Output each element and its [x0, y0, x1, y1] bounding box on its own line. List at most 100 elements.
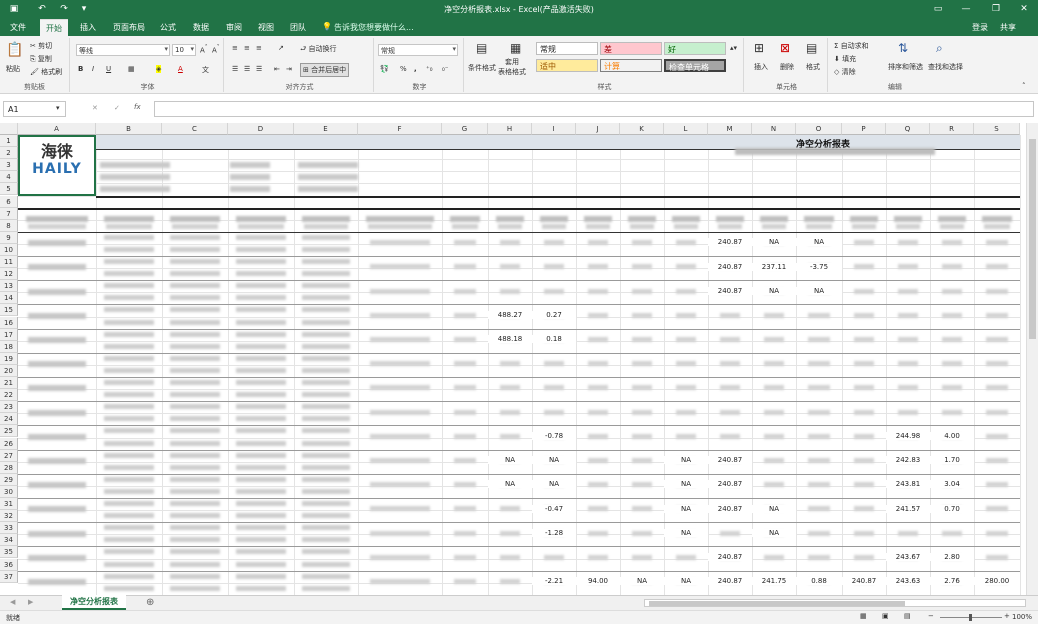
column-header[interactable]: B: [96, 123, 162, 135]
data-cell[interactable]: 240.87: [708, 504, 752, 513]
data-cell[interactable]: NA: [488, 480, 532, 489]
fill-button[interactable]: ⬇ 填充: [834, 54, 856, 64]
new-sheet-icon[interactable]: ⊕: [146, 597, 154, 608]
copy-button[interactable]: ⎘ 复制: [30, 54, 52, 64]
column-header[interactable]: N: [752, 123, 796, 135]
clear-button[interactable]: ◇ 清除: [834, 67, 856, 77]
data-cell[interactable]: 0.70: [930, 504, 974, 513]
data-cell[interactable]: 241.75: [752, 577, 796, 586]
middle-align-icon[interactable]: ≡: [244, 44, 250, 52]
styles-scroll-icon[interactable]: ▴▾: [730, 44, 737, 52]
column-header[interactable]: G: [442, 123, 488, 135]
horizontal-scrollbar[interactable]: [644, 599, 1026, 607]
zoom-slider-thumb[interactable]: [969, 614, 972, 621]
decrease-indent-icon[interactable]: ⇤: [274, 65, 280, 73]
row-header[interactable]: 9: [0, 231, 18, 244]
row-header[interactable]: 36: [0, 558, 18, 571]
column-header[interactable]: P: [842, 123, 886, 135]
row-header[interactable]: 11: [0, 256, 18, 269]
shrink-font-icon[interactable]: A˅: [212, 45, 220, 54]
style-good[interactable]: 好: [664, 42, 726, 55]
column-header[interactable]: J: [576, 123, 620, 135]
data-cell[interactable]: 240.87: [708, 286, 752, 295]
column-header[interactable]: O: [796, 123, 842, 135]
row-header[interactable]: 12: [0, 268, 18, 281]
data-cell[interactable]: NA: [664, 456, 708, 465]
data-cell[interactable]: -0.78: [532, 432, 576, 441]
data-cell[interactable]: 488.18: [488, 335, 532, 344]
insert-function-icon[interactable]: fx: [134, 103, 141, 111]
data-cell[interactable]: NA: [664, 577, 708, 586]
data-cell[interactable]: 240.87: [708, 480, 752, 489]
data-cell[interactable]: 240.87: [708, 456, 752, 465]
fill-color-icon[interactable]: ◈: [156, 65, 162, 73]
center-align-icon[interactable]: ☰: [244, 65, 250, 73]
increase-decimal-icon[interactable]: ⁺₀: [426, 65, 433, 73]
data-cell[interactable]: NA: [620, 577, 664, 586]
column-header[interactable]: K: [620, 123, 664, 135]
conditional-format-icon[interactable]: ▤: [476, 41, 487, 55]
decrease-decimal-icon[interactable]: ₀⁻: [442, 65, 449, 73]
data-cell[interactable]: 243.81: [886, 480, 930, 489]
normal-view-icon[interactable]: ▦: [860, 612, 867, 620]
data-cell[interactable]: NA: [752, 286, 796, 295]
bold-button[interactable]: B: [78, 65, 83, 73]
tab-data[interactable]: 数据: [193, 22, 209, 33]
data-cell[interactable]: 244.98: [886, 432, 930, 441]
zoom-level[interactable]: 100%: [1012, 613, 1032, 621]
data-cell[interactable]: 1.70: [930, 456, 974, 465]
row-header[interactable]: 7: [0, 207, 18, 220]
comma-icon[interactable]: ,: [414, 65, 417, 73]
zoom-slider[interactable]: [940, 614, 1002, 621]
table-format-icon[interactable]: ▦: [510, 41, 521, 55]
row-header[interactable]: 31: [0, 498, 18, 511]
data-cell[interactable]: NA: [664, 504, 708, 513]
data-cell[interactable]: -0.47: [532, 504, 576, 513]
data-cell[interactable]: 240.87: [708, 238, 752, 247]
orientation-icon[interactable]: ↗: [278, 44, 284, 52]
style-check-cell[interactable]: 检查单元格: [664, 59, 726, 72]
sort-filter-button[interactable]: 排序和筛选: [888, 62, 923, 72]
column-header[interactable]: M: [708, 123, 752, 135]
border-icon[interactable]: ▦: [128, 65, 135, 73]
row-header[interactable]: 16: [0, 316, 18, 329]
merge-center-button[interactable]: ⊞ 合并后居中: [300, 63, 350, 77]
tell-me-box[interactable]: 告诉我您想要做什么...: [334, 22, 414, 33]
row-header[interactable]: 23: [0, 401, 18, 414]
column-header[interactable]: D: [228, 123, 294, 135]
formula-input[interactable]: [154, 101, 1034, 117]
data-cell[interactable]: 243.67: [886, 553, 930, 562]
row-header[interactable]: 37: [0, 570, 18, 583]
row-header[interactable]: 20: [0, 364, 18, 377]
increase-indent-icon[interactable]: ⇥: [286, 65, 292, 73]
data-cell[interactable]: 0.88: [796, 577, 842, 586]
row-header[interactable]: 29: [0, 473, 18, 486]
data-cell[interactable]: NA: [664, 480, 708, 489]
data-cell[interactable]: 241.57: [886, 504, 930, 513]
row-header[interactable]: 33: [0, 522, 18, 535]
column-header[interactable]: R: [930, 123, 974, 135]
phonetic-icon[interactable]: 文: [202, 65, 209, 75]
confirm-entry-icon[interactable]: ✓: [114, 104, 120, 112]
row-header[interactable]: 19: [0, 352, 18, 365]
italic-button[interactable]: I: [92, 65, 94, 73]
data-cell[interactable]: NA: [532, 480, 576, 489]
tab-view[interactable]: 视图: [258, 22, 274, 33]
column-header[interactable]: C: [162, 123, 228, 135]
row-header[interactable]: 32: [0, 510, 18, 523]
row-header[interactable]: 21: [0, 377, 18, 390]
insert-cells-button[interactable]: 插入: [754, 62, 768, 72]
style-calculation[interactable]: 计算: [600, 59, 662, 72]
paste-icon[interactable]: 📋: [6, 42, 23, 58]
data-cell[interactable]: NA: [796, 286, 842, 295]
format-cells-icon[interactable]: ▤: [806, 41, 817, 55]
insert-cells-icon[interactable]: ⊞: [754, 41, 764, 55]
data-cell[interactable]: NA: [752, 528, 796, 537]
top-align-icon[interactable]: ≡: [232, 44, 238, 52]
tab-formulas[interactable]: 公式: [160, 22, 176, 33]
find-select-button[interactable]: 查找和选择: [928, 62, 963, 72]
sort-filter-icon[interactable]: ⇅: [898, 41, 908, 55]
prev-sheet-icon[interactable]: ◀: [10, 598, 15, 606]
row-header[interactable]: 13: [0, 280, 18, 293]
sheet-tab-active[interactable]: 净空分析报表: [62, 595, 126, 610]
